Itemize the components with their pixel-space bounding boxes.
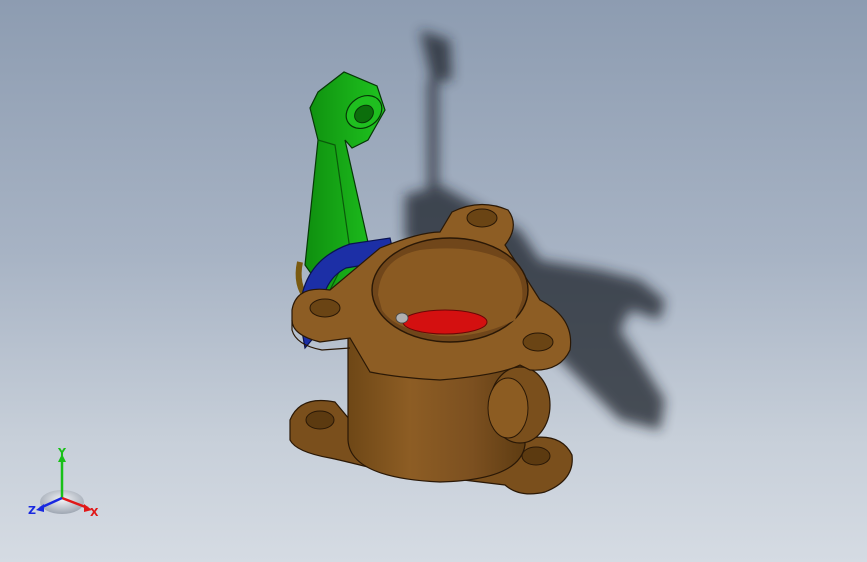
- graphics-viewport[interactable]: Y X Z: [0, 0, 867, 562]
- z-axis-arrow: [36, 504, 44, 512]
- x-axis-label: X: [90, 506, 99, 519]
- z-axis-label: Z: [28, 504, 36, 517]
- y-axis-label: Y: [57, 446, 67, 459]
- model-scene[interactable]: [0, 0, 867, 562]
- view-triad[interactable]: Y X Z: [26, 446, 106, 526]
